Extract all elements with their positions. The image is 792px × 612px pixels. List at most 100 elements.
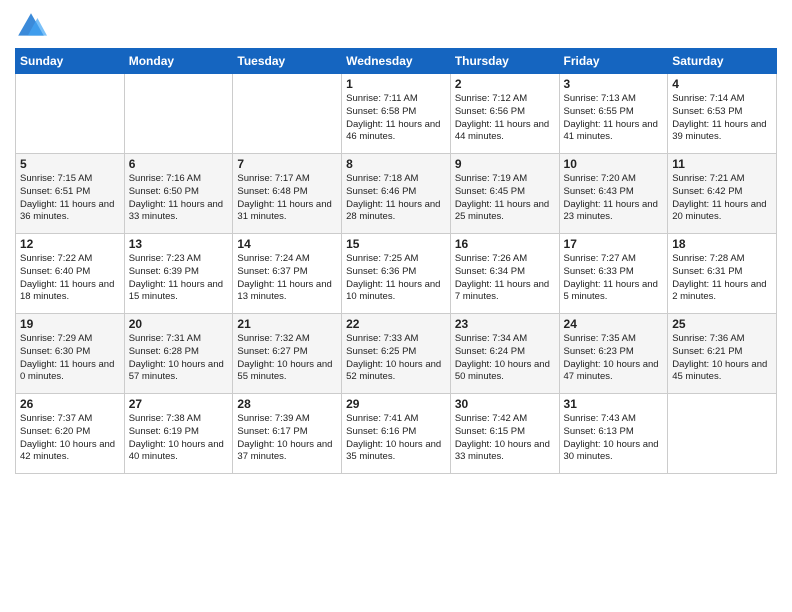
calendar-cell: 8 Sunrise: 7:18 AM Sunset: 6:46 PM Daylig… — [342, 154, 451, 234]
calendar-cell: 10 Sunrise: 7:20 AM Sunset: 6:43 PM Dayli… — [559, 154, 668, 234]
calendar-cell: 6Sunrise: 7:16 AM Sunset: 6:50 PM Daylig… — [124, 154, 233, 234]
day-info: Sunrise: 7:32 AM Sunset: 6:27 PM Dayligh… — [237, 333, 337, 384]
day-number: 30 — [455, 397, 555, 411]
day-number: 9 — [455, 157, 555, 171]
day-info: Sunrise: 7:23 AM Sunset: 6:39 PM Dayligh… — [129, 253, 229, 304]
calendar-cell: 4Sunrise: 7:14 AM Sunset: 6:53 PM Daylig… — [668, 74, 777, 154]
calendar-cell: 23 Sunrise: 7:34 AM Sunset: 6:24 PM Dayli… — [450, 314, 559, 394]
day-info: Sunrise: 7:22 AM Sunset: 6:40 PM Dayligh… — [20, 253, 120, 304]
day-info: Sunrise: 7:24 AM Sunset: 6:37 PM Dayligh… — [237, 253, 337, 304]
calendar-cell — [16, 74, 125, 154]
week-row-4: 26 Sunrise: 7:37 AM Sunset: 6:20 PM Dayli… — [16, 394, 777, 474]
week-row-2: 12 Sunrise: 7:22 AM Sunset: 6:40 PM Dayli… — [16, 234, 777, 314]
day-number: 15 — [346, 237, 446, 251]
calendar-cell: 26 Sunrise: 7:37 AM Sunset: 6:20 PM Dayli… — [16, 394, 125, 474]
day-number: 17 — [564, 237, 664, 251]
weekday-header-wednesday: Wednesday — [342, 49, 451, 74]
day-number: 8 — [346, 157, 446, 171]
day-info: Sunrise: 7:25 AM Sunset: 6:36 PM Dayligh… — [346, 253, 446, 304]
calendar-cell: 3 Sunrise: 7:13 AM Sunset: 6:55 PM Daylig… — [559, 74, 668, 154]
day-number: 2 — [455, 77, 555, 91]
day-number: 21 — [237, 317, 337, 331]
weekday-header-tuesday: Tuesday — [233, 49, 342, 74]
day-number: 25 — [672, 317, 772, 331]
day-number: 29 — [346, 397, 446, 411]
day-number: 23 — [455, 317, 555, 331]
calendar-cell: 16Sunrise: 7:26 AM Sunset: 6:34 PM Dayli… — [450, 234, 559, 314]
day-info: Sunrise: 7:28 AM Sunset: 6:31 PM Dayligh… — [672, 253, 772, 304]
day-info: Sunrise: 7:39 AM Sunset: 6:17 PM Dayligh… — [237, 413, 337, 464]
calendar-cell: 15 Sunrise: 7:25 AM Sunset: 6:36 PM Dayli… — [342, 234, 451, 314]
calendar-cell: 2 Sunrise: 7:12 AM Sunset: 6:56 PM Daylig… — [450, 74, 559, 154]
day-info: Sunrise: 7:34 AM Sunset: 6:24 PM Dayligh… — [455, 333, 555, 384]
day-info: Sunrise: 7:41 AM Sunset: 6:16 PM Dayligh… — [346, 413, 446, 464]
calendar-cell: 21 Sunrise: 7:32 AM Sunset: 6:27 PM Dayli… — [233, 314, 342, 394]
calendar-cell: 20 Sunrise: 7:31 AM Sunset: 6:28 PM Dayli… — [124, 314, 233, 394]
calendar-cell: 29 Sunrise: 7:41 AM Sunset: 6:16 PM Dayli… — [342, 394, 451, 474]
logo — [15, 10, 51, 42]
day-info: Sunrise: 7:33 AM Sunset: 6:25 PM Dayligh… — [346, 333, 446, 384]
day-number: 27 — [129, 397, 229, 411]
day-number: 20 — [129, 317, 229, 331]
calendar-cell: 14Sunrise: 7:24 AM Sunset: 6:37 PM Dayli… — [233, 234, 342, 314]
day-number: 6 — [129, 157, 229, 171]
day-info: Sunrise: 7:37 AM Sunset: 6:20 PM Dayligh… — [20, 413, 120, 464]
calendar-cell — [668, 394, 777, 474]
day-info: Sunrise: 7:36 AM Sunset: 6:21 PM Dayligh… — [672, 333, 772, 384]
day-info: Sunrise: 7:13 AM Sunset: 6:55 PM Dayligh… — [564, 93, 664, 144]
calendar-cell: 11Sunrise: 7:21 AM Sunset: 6:42 PM Dayli… — [668, 154, 777, 234]
day-info: Sunrise: 7:18 AM Sunset: 6:46 PM Dayligh… — [346, 173, 446, 224]
weekday-header-row: SundayMondayTuesdayWednesdayThursdayFrid… — [16, 49, 777, 74]
calendar-cell — [124, 74, 233, 154]
day-number: 19 — [20, 317, 120, 331]
day-number: 24 — [564, 317, 664, 331]
day-number: 3 — [564, 77, 664, 91]
calendar-cell: 18 Sunrise: 7:28 AM Sunset: 6:31 PM Dayli… — [668, 234, 777, 314]
week-row-1: 5 Sunrise: 7:15 AM Sunset: 6:51 PM Daylig… — [16, 154, 777, 234]
day-info: Sunrise: 7:35 AM Sunset: 6:23 PM Dayligh… — [564, 333, 664, 384]
header — [15, 10, 777, 42]
day-info: Sunrise: 7:31 AM Sunset: 6:28 PM Dayligh… — [129, 333, 229, 384]
day-number: 28 — [237, 397, 337, 411]
calendar-cell: 25 Sunrise: 7:36 AM Sunset: 6:21 PM Dayli… — [668, 314, 777, 394]
calendar-cell: 31Sunrise: 7:43 AM Sunset: 6:13 PM Dayli… — [559, 394, 668, 474]
calendar-cell: 24 Sunrise: 7:35 AM Sunset: 6:23 PM Dayli… — [559, 314, 668, 394]
day-info: Sunrise: 7:20 AM Sunset: 6:43 PM Dayligh… — [564, 173, 664, 224]
day-number: 18 — [672, 237, 772, 251]
day-info: Sunrise: 7:11 AM Sunset: 6:58 PM Dayligh… — [346, 93, 446, 144]
day-number: 1 — [346, 77, 446, 91]
week-row-3: 19 Sunrise: 7:29 AM Sunset: 6:30 PM Dayli… — [16, 314, 777, 394]
calendar-cell: 13 Sunrise: 7:23 AM Sunset: 6:39 PM Dayli… — [124, 234, 233, 314]
calendar-cell: 17Sunrise: 7:27 AM Sunset: 6:33 PM Dayli… — [559, 234, 668, 314]
day-number: 10 — [564, 157, 664, 171]
day-number: 5 — [20, 157, 120, 171]
day-info: Sunrise: 7:17 AM Sunset: 6:48 PM Dayligh… — [237, 173, 337, 224]
calendar-cell: 27 Sunrise: 7:38 AM Sunset: 6:19 PM Dayli… — [124, 394, 233, 474]
day-number: 13 — [129, 237, 229, 251]
day-number: 4 — [672, 77, 772, 91]
day-number: 26 — [20, 397, 120, 411]
calendar-cell: 30Sunrise: 7:42 AM Sunset: 6:15 PM Dayli… — [450, 394, 559, 474]
weekday-header-saturday: Saturday — [668, 49, 777, 74]
page: SundayMondayTuesdayWednesdayThursdayFrid… — [0, 0, 792, 612]
calendar-cell: 12 Sunrise: 7:22 AM Sunset: 6:40 PM Dayli… — [16, 234, 125, 314]
calendar-cell: 22 Sunrise: 7:33 AM Sunset: 6:25 PM Dayli… — [342, 314, 451, 394]
day-info: Sunrise: 7:19 AM Sunset: 6:45 PM Dayligh… — [455, 173, 555, 224]
day-info: Sunrise: 7:29 AM Sunset: 6:30 PM Dayligh… — [20, 333, 120, 384]
calendar-cell: 28 Sunrise: 7:39 AM Sunset: 6:17 PM Dayli… — [233, 394, 342, 474]
weekday-header-sunday: Sunday — [16, 49, 125, 74]
day-info: Sunrise: 7:12 AM Sunset: 6:56 PM Dayligh… — [455, 93, 555, 144]
day-number: 31 — [564, 397, 664, 411]
weekday-header-monday: Monday — [124, 49, 233, 74]
day-number: 22 — [346, 317, 446, 331]
calendar-cell — [233, 74, 342, 154]
calendar-cell: 9 Sunrise: 7:19 AM Sunset: 6:45 PM Daylig… — [450, 154, 559, 234]
calendar-cell: 19 Sunrise: 7:29 AM Sunset: 6:30 PM Dayli… — [16, 314, 125, 394]
day-info: Sunrise: 7:26 AM Sunset: 6:34 PM Dayligh… — [455, 253, 555, 304]
day-info: Sunrise: 7:15 AM Sunset: 6:51 PM Dayligh… — [20, 173, 120, 224]
day-info: Sunrise: 7:21 AM Sunset: 6:42 PM Dayligh… — [672, 173, 772, 224]
day-number: 12 — [20, 237, 120, 251]
weekday-header-thursday: Thursday — [450, 49, 559, 74]
day-info: Sunrise: 7:38 AM Sunset: 6:19 PM Dayligh… — [129, 413, 229, 464]
calendar-cell: 5 Sunrise: 7:15 AM Sunset: 6:51 PM Daylig… — [16, 154, 125, 234]
